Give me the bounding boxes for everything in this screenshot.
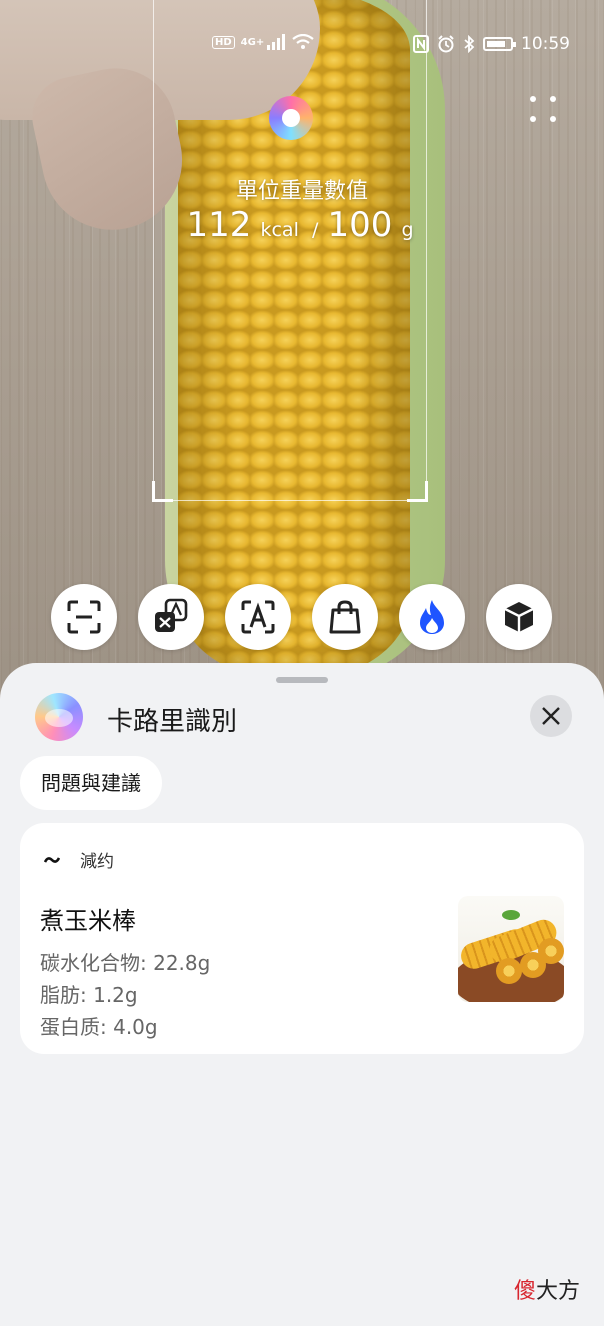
- scan-button[interactable]: [51, 584, 117, 650]
- sheet-drag-handle[interactable]: [276, 677, 328, 683]
- translate-icon: [155, 598, 188, 632]
- text-recognition-icon: [241, 600, 275, 634]
- feedback-chip[interactable]: 問題與建議: [20, 756, 162, 810]
- battery-icon: [483, 37, 516, 51]
- result-sheet: 卡路里識別 問題與建議 減约 煮玉米棒 碳水化合物: 22.8g 脂肪: 1.2…: [0, 663, 604, 1326]
- text-recognition-button[interactable]: [225, 584, 291, 650]
- assistant-logo-icon: [35, 693, 83, 741]
- watermark-black: 大方: [536, 1279, 581, 1304]
- clock: 10:59: [521, 34, 570, 54]
- close-button[interactable]: [530, 695, 572, 737]
- tilde-icon: [44, 856, 60, 863]
- diet-tag-label: 減约: [80, 852, 114, 872]
- signal-icon: [267, 34, 286, 50]
- nfc-icon: [413, 35, 429, 53]
- weight-unit: g: [401, 219, 414, 241]
- status-bar: HD 4G+ 10:59: [0, 30, 604, 60]
- sheet-title: 卡路里識別: [107, 707, 238, 737]
- food-name: 煮玉米棒: [40, 907, 136, 935]
- calorie-button[interactable]: [399, 584, 465, 650]
- network-type: 4G+: [240, 36, 265, 48]
- frame-corner: [407, 481, 428, 502]
- scan-frame-icon: [67, 600, 101, 634]
- protein-text: 蛋白质: 4.0g: [40, 1015, 158, 1039]
- scan-frame: [152, 0, 428, 502]
- weight-value: 100: [327, 205, 393, 245]
- shopping-button[interactable]: [312, 584, 378, 650]
- watermark: 傻大方: [514, 1273, 580, 1305]
- more-options-icon[interactable]: [530, 96, 560, 126]
- separator: /: [311, 219, 319, 241]
- calorie-readout: 112 kcal / 100 g: [0, 205, 604, 245]
- object-button[interactable]: [486, 584, 552, 650]
- calorie-unit: kcal: [260, 219, 299, 241]
- hd-badge: HD: [212, 35, 235, 49]
- frame-corner: [152, 481, 173, 502]
- shopping-bag-icon: [329, 600, 361, 634]
- carbs-text: 碳水化合物: 22.8g: [40, 951, 211, 975]
- diet-tag: 減约: [44, 847, 114, 872]
- watermark-red: 傻: [514, 1279, 537, 1304]
- food-result-card[interactable]: 減约 煮玉米棒 碳水化合物: 22.8g 脂肪: 1.2g 蛋白质: 4.0g: [20, 823, 584, 1054]
- box-icon: [504, 602, 534, 632]
- bluetooth-icon: [464, 35, 475, 53]
- alarm-icon: [438, 35, 454, 53]
- unit-weight-label: 單位重量數值: [235, 179, 368, 204]
- close-icon: [542, 707, 560, 725]
- assistant-orb-icon: [269, 96, 313, 140]
- flame-icon: [420, 600, 444, 634]
- wifi-icon: [292, 34, 314, 49]
- tool-bar: [0, 584, 604, 650]
- translate-button[interactable]: [138, 584, 204, 650]
- food-thumbnail: [458, 896, 564, 1002]
- fat-text: 脂肪: 1.2g: [40, 983, 138, 1007]
- calorie-value: 112: [186, 205, 252, 245]
